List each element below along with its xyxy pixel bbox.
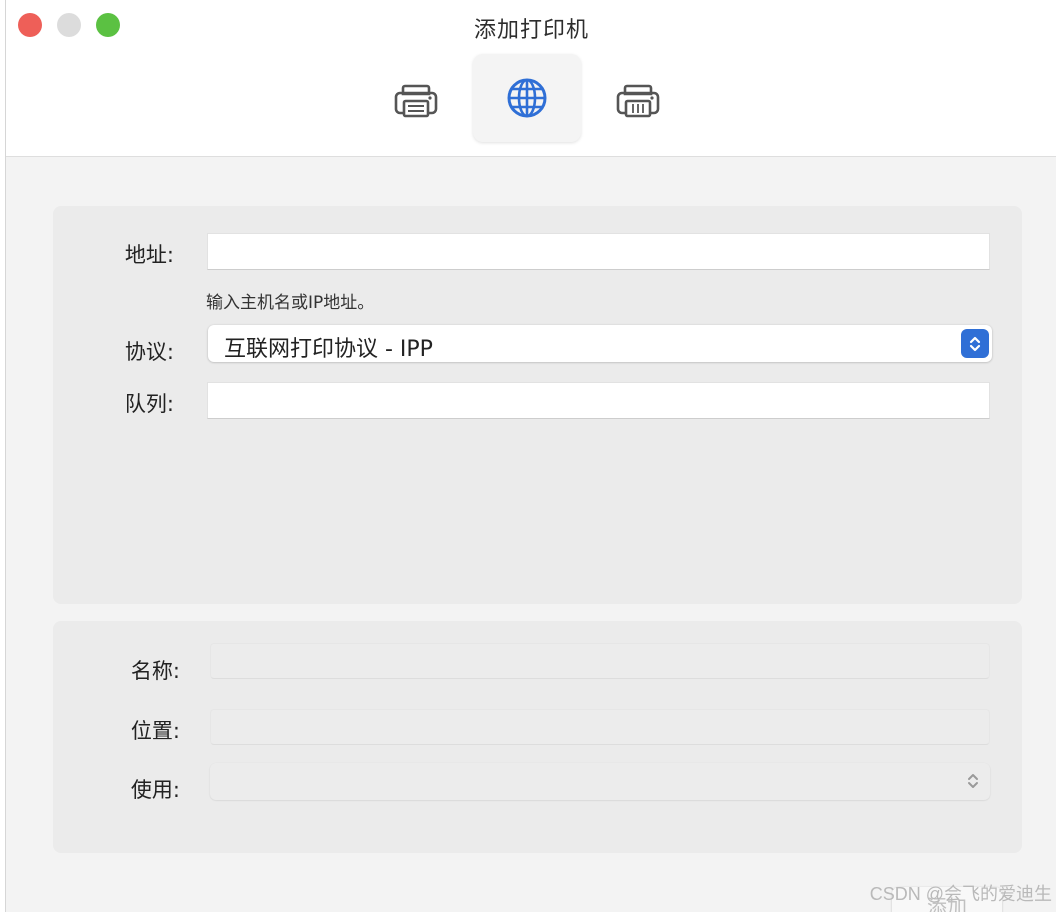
queue-input[interactable] — [207, 382, 990, 419]
name-label: 名称: — [130, 659, 180, 683]
tab-windows-printer[interactable] — [584, 54, 692, 142]
tab-default-printer[interactable] — [362, 54, 470, 142]
queue-label: 队列: — [124, 392, 174, 416]
tab-ip-printer[interactable] — [473, 54, 581, 142]
toolbar: 添加打印机 — [6, 0, 1056, 157]
protocol-stepper[interactable] — [961, 329, 989, 358]
address-input[interactable] — [207, 233, 990, 270]
protocol-selected-value: 互联网打印协议 - IPP — [224, 337, 433, 362]
window-title: 添加打印机 — [473, 18, 589, 43]
printer-icon — [394, 84, 438, 118]
address-hint: 输入主机名或IP地址。 — [206, 293, 375, 313]
use-label: 使用: — [130, 778, 180, 802]
fax-printer-icon — [616, 84, 660, 118]
globe-icon — [507, 78, 547, 118]
location-label: 位置: — [130, 719, 180, 743]
chevron-up-down-icon — [968, 774, 978, 788]
location-input[interactable] — [210, 709, 990, 745]
add-printer-window: 添加打印机 地址: 输入主机名或IP地址。 协议: 互联网打印协议 - IPP … — [5, 0, 1056, 912]
name-input[interactable] — [210, 643, 990, 679]
use-stepper[interactable] — [962, 769, 984, 793]
protocol-select[interactable]: 互联网打印协议 - IPP — [208, 325, 992, 362]
watermark: CSDN @会飞的爱迪生 — [869, 884, 1052, 904]
address-label: 地址: — [124, 243, 174, 267]
protocol-label: 协议: — [124, 340, 174, 364]
use-select[interactable] — [210, 763, 990, 800]
chevron-up-down-icon — [969, 336, 981, 351]
